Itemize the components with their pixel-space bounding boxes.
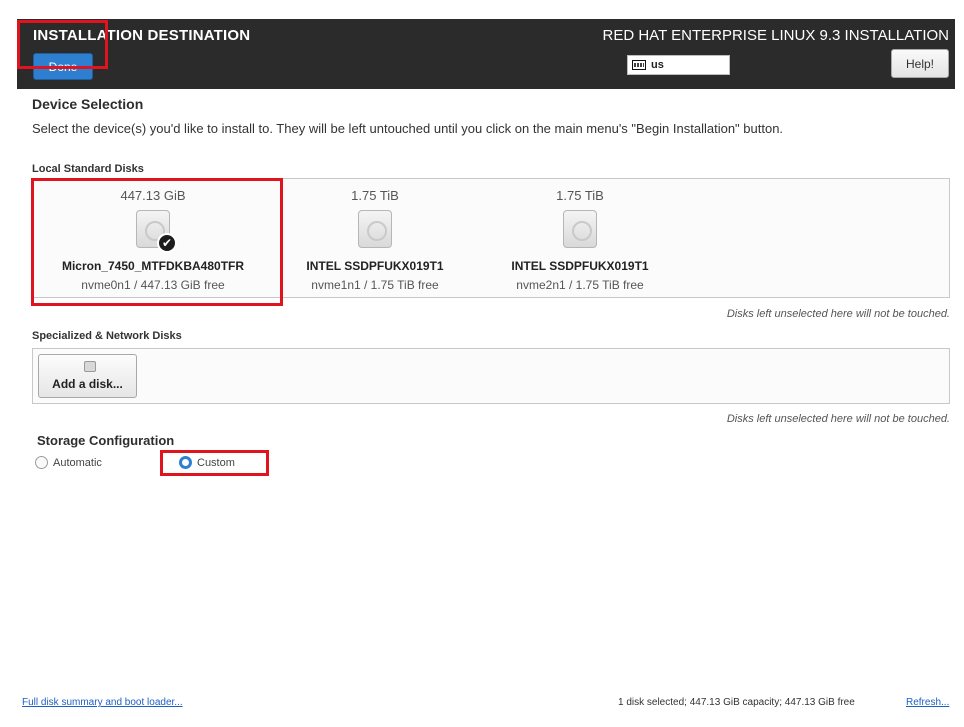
done-button[interactable]: Done xyxy=(33,53,93,80)
disk-free-space: nvme2n1 / 1.75 TiB free xyxy=(516,278,644,292)
specialized-disks-heading: Specialized & Network Disks xyxy=(32,330,182,342)
help-button[interactable]: Help! xyxy=(891,49,949,78)
keyboard-icon xyxy=(632,60,646,70)
disk-summary-link[interactable]: Full disk summary and boot loader... xyxy=(22,697,183,708)
radio-custom-label: Custom xyxy=(197,456,235,469)
disk-nvme1n1[interactable]: 1.75 TiB INTEL SSDPFUKX019T1 nvme1n1 / 1… xyxy=(255,179,495,299)
disk-size: 1.75 TiB xyxy=(556,188,604,203)
disk-free-space: nvme0n1 / 447.13 GiB free xyxy=(81,278,225,292)
add-disk-button[interactable]: Add a disk... xyxy=(38,354,137,398)
disk-size: 1.75 TiB xyxy=(351,188,399,203)
disk-name: Micron_7450_MTFDKBA480TFR xyxy=(61,259,245,273)
local-disks-heading: Local Standard Disks xyxy=(32,163,144,175)
selection-status: 1 disk selected; 447.13 GiB capacity; 44… xyxy=(618,697,855,708)
device-selection-description: Select the device(s) you'd like to insta… xyxy=(32,121,784,136)
local-disks-note: Disks left unselected here will not be t… xyxy=(726,308,950,320)
hard-disk-icon xyxy=(563,210,597,248)
radio-custom[interactable]: Custom xyxy=(179,456,235,469)
hard-disk-icon: ✔ xyxy=(136,210,177,253)
disk-size: 447.13 GiB xyxy=(120,188,186,203)
disk-nvme0n1[interactable]: 447.13 GiB ✔ Micron_7450_MTFDKBA480TFR n… xyxy=(33,179,273,299)
checkmark-icon: ✔ xyxy=(157,233,177,253)
refresh-link[interactable]: Refresh... xyxy=(906,697,949,708)
storage-configuration-heading: Storage Configuration xyxy=(37,433,175,448)
radio-automatic[interactable]: Automatic xyxy=(35,456,102,469)
radio-button-checked[interactable] xyxy=(179,456,192,469)
local-disks-panel: 447.13 GiB ✔ Micron_7450_MTFDKBA480TFR n… xyxy=(32,178,950,298)
device-selection-heading: Device Selection xyxy=(32,96,144,112)
disk-free-space: nvme1n1 / 1.75 TiB free xyxy=(311,278,439,292)
keyboard-layout-indicator[interactable]: us xyxy=(627,55,730,75)
disk-name: INTEL SSDPFUKX019T1 xyxy=(306,259,444,273)
keyboard-layout-label: us xyxy=(651,59,664,71)
header-bar: INSTALLATION DESTINATION Done RED HAT EN… xyxy=(17,19,955,89)
disk-nvme2n1[interactable]: 1.75 TiB INTEL SSDPFUKX019T1 nvme2n1 / 1… xyxy=(460,179,700,299)
hard-disk-icon xyxy=(358,210,392,248)
product-title: RED HAT ENTERPRISE LINUX 9.3 INSTALLATIO… xyxy=(602,27,949,44)
disk-name: INTEL SSDPFUKX019T1 xyxy=(511,259,649,273)
specialized-disks-note: Disks left unselected here will not be t… xyxy=(726,413,950,425)
radio-automatic-label: Automatic xyxy=(53,456,102,469)
specialized-disks-panel: Add a disk... xyxy=(32,348,950,404)
radio-button-unchecked[interactable] xyxy=(35,456,48,469)
page-title: INSTALLATION DESTINATION xyxy=(33,27,251,44)
add-disk-label: Add a disk... xyxy=(52,377,123,391)
disk-icon xyxy=(84,361,96,372)
